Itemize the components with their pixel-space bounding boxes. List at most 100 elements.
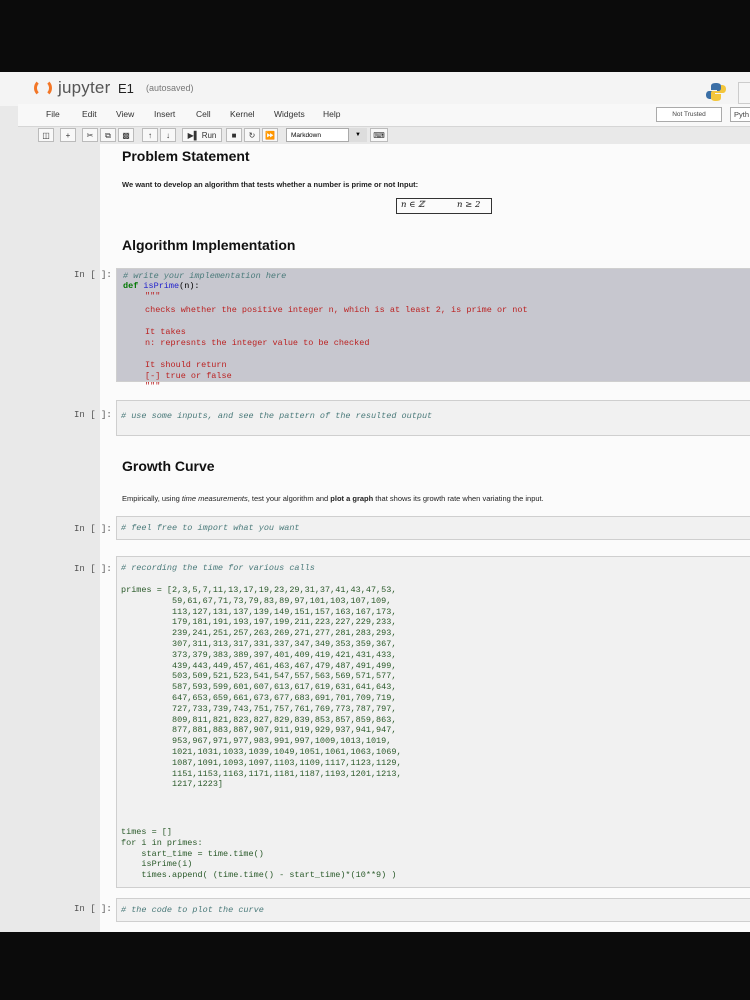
cut-button[interactable]: ✂	[82, 128, 98, 142]
cell-prompt: In [ ]:	[74, 270, 112, 280]
run-icon: ▶▌	[187, 131, 200, 140]
code-line: 953,967,971,977,983,991,997,1009,1013,10…	[121, 736, 392, 747]
logout-button[interactable]	[738, 82, 750, 104]
code-line: primes = [2,3,5,7,11,13,17,19,23,29,31,3…	[121, 585, 397, 595]
docstring-line: [-] true or false	[145, 371, 232, 381]
code-comment: # recording the time for various calls	[121, 563, 315, 573]
cell-prompt: In [ ]:	[74, 524, 112, 534]
python-logo-icon	[706, 83, 726, 101]
growth-text-part: , test your algorithm and	[247, 494, 331, 503]
code-line: 1217,1223]	[121, 779, 224, 790]
code-function-name: isPrime	[143, 281, 180, 291]
run-button[interactable]: ▶▌ Run	[182, 128, 222, 142]
code-line: 727,733,739,743,751,757,761,769,773,787,…	[121, 703, 397, 714]
menu-cell[interactable]: Cell	[196, 109, 211, 119]
code-line: 809,811,821,823,827,829,839,853,857,859,…	[121, 714, 397, 725]
paste-button[interactable]: ▩	[118, 128, 134, 142]
menu-edit[interactable]: Edit	[82, 109, 97, 119]
cell-prompt: In [ ]:	[74, 410, 112, 420]
insert-cell-button[interactable]: +	[60, 128, 76, 142]
docstring-line: It takes	[145, 327, 186, 337]
code-comment: # the code to plot the curve	[121, 905, 264, 915]
math-n-in-z: n ∈ ℤ	[401, 200, 425, 210]
inputs-code-cell[interactable]: # use some inputs, and see the pattern o…	[116, 400, 750, 436]
plot-code-cell[interactable]: # the code to plot the curve	[116, 898, 750, 922]
jupyter-logo-icon	[34, 79, 52, 97]
input-constraint-box: n ∈ ℤ n ≥ 2	[396, 198, 492, 214]
code-line: isPrime(i)	[121, 859, 193, 870]
menu-file[interactable]: File	[46, 109, 60, 119]
kernel-indicator: Pyth	[730, 107, 750, 122]
code-line: 59,61,67,71,73,79,83,89,97,101,103,107,1…	[121, 595, 392, 606]
code-line: 307,311,313,317,331,337,347,349,353,359,…	[121, 638, 397, 649]
code-line: 113,127,131,137,139,149,151,157,163,167,…	[121, 606, 397, 617]
code-function-args: (n):	[179, 281, 200, 291]
menu-view[interactable]: View	[116, 109, 134, 119]
code-line: 239,241,251,257,263,269,271,277,281,283,…	[121, 628, 397, 639]
run-label: Run	[201, 131, 217, 140]
stop-button[interactable]: ■	[226, 128, 242, 142]
growth-text-part: Empirically, using	[122, 494, 182, 503]
restart-run-all-button[interactable]: ⏩	[262, 128, 278, 142]
code-comment: # use some inputs, and see the pattern o…	[121, 411, 433, 421]
cell-prompt: In [ ]:	[74, 564, 112, 574]
jupyter-logo[interactable]: jupyter	[34, 78, 110, 98]
trust-status-button[interactable]: Not Trusted	[656, 107, 722, 122]
docstring-open: """	[145, 291, 161, 301]
menubar: File Edit View Insert Cell Kernel Widget…	[18, 104, 750, 127]
code-line: times = []	[121, 827, 173, 837]
code-comment: # write your implementation here	[123, 271, 287, 281]
code-line: 439,443,449,457,461,463,467,479,487,491,…	[121, 660, 397, 671]
code-keyword-def: def	[123, 281, 144, 291]
screen-bezel-top	[0, 0, 750, 72]
growth-text-bold: plot a graph	[330, 494, 374, 503]
jupyter-logo-text: jupyter	[58, 78, 111, 97]
chevron-down-icon[interactable]: ▼	[348, 128, 367, 142]
code-comment: # feel free to import what you want	[121, 523, 300, 533]
algorithm-implementation-heading: Algorithm Implementation	[122, 237, 296, 253]
math-n-geq-2: n ≥ 2	[457, 200, 481, 210]
copy-button[interactable]: ⧉	[100, 128, 116, 142]
code-line: 1021,1031,1033,1039,1049,1051,1061,1063,…	[121, 746, 402, 757]
primes-list-code: primes = [2,3,5,7,11,13,17,19,23,29,31,3…	[121, 585, 402, 790]
docstring-line: n: represnts the integer value to be che…	[145, 338, 370, 348]
code-line: 373,379,383,389,397,401,409,419,421,431,…	[121, 649, 397, 660]
code-line: 647,653,659,661,673,677,683,691,701,709,…	[121, 692, 397, 703]
code-line: 1151,1153,1163,1171,1181,1187,1193,1201,…	[121, 768, 402, 779]
code-line: 179,181,191,193,197,199,211,223,227,229,…	[121, 617, 397, 628]
move-down-button[interactable]: ↓	[160, 128, 176, 142]
autosave-status: (autosaved)	[146, 83, 194, 93]
jupyter-window: jupyter E1 (autosaved) File Edit View In…	[0, 72, 750, 932]
code-line: times.append( (time.time() - start_time)…	[121, 870, 397, 881]
move-up-button[interactable]: ↑	[142, 128, 158, 142]
code-line: 877,881,883,887,907,911,919,929,937,941,…	[121, 725, 397, 736]
growth-curve-heading: Growth Curve	[122, 458, 215, 474]
implementation-code-cell[interactable]: # write your implementation here def isP…	[116, 268, 750, 391]
docstring-line: checks whether the positive integer n, w…	[145, 305, 528, 315]
header-bar: jupyter E1 (autosaved)	[0, 72, 750, 106]
timing-code-cell[interactable]: # recording the time for various calls p…	[116, 556, 750, 888]
docstring-line: It should return	[145, 360, 227, 370]
menu-help[interactable]: Help	[323, 109, 340, 119]
cell-prompt: In [ ]:	[74, 904, 112, 914]
code-line: 587,593,599,601,607,613,617,619,631,641,…	[121, 682, 397, 693]
restart-button[interactable]: ↻	[244, 128, 260, 142]
notebook-name[interactable]: E1	[118, 81, 134, 96]
save-button[interactable]: ◫	[38, 128, 54, 142]
docstring-close: """	[145, 381, 161, 391]
problem-statement-text: We want to develop an algorithm that tes…	[122, 180, 419, 189]
timing-loop-code: times = [] for i in primes: start_time = …	[121, 827, 396, 881]
keyboard-shortcuts-button[interactable]: ⌨	[370, 128, 388, 142]
import-code-cell[interactable]: # feel free to import what you want	[116, 516, 750, 540]
problem-statement-heading: Problem Statement	[122, 148, 250, 164]
menu-insert[interactable]: Insert	[154, 109, 175, 119]
growth-curve-text: Empirically, using time measurements, te…	[122, 494, 544, 503]
menu-kernel[interactable]: Kernel	[230, 109, 255, 119]
menu-widgets[interactable]: Widgets	[274, 109, 305, 119]
code-line: 1087,1091,1093,1097,1103,1109,1117,1123,…	[121, 757, 402, 768]
code-line: for i in primes:	[121, 837, 203, 848]
code-line: start_time = time.time()	[121, 848, 264, 859]
growth-text-emphasis: time measurements	[181, 494, 248, 503]
screen-bezel-bottom	[0, 932, 750, 1000]
code-line: 503,509,521,523,541,547,557,563,569,571,…	[121, 671, 397, 682]
